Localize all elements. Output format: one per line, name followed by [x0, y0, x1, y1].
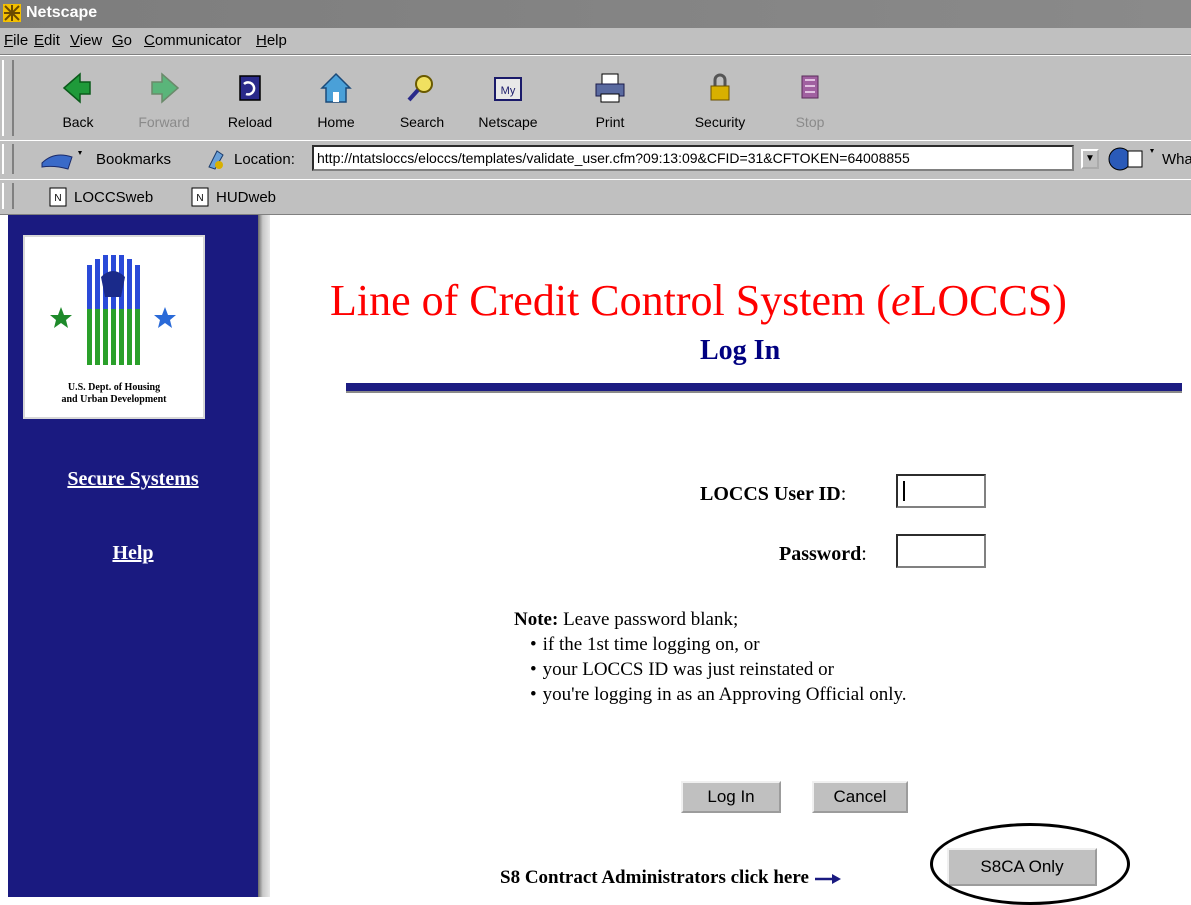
password-label: Password:: [779, 543, 867, 565]
sidebar-border: [258, 215, 270, 897]
netscape-logo-icon: [3, 4, 21, 22]
reload-icon: [239, 75, 261, 101]
location-label: Location:: [234, 151, 295, 168]
arrow-right-icon: [814, 873, 841, 884]
bookmarks-label[interactable]: Bookmarks: [96, 151, 171, 168]
logo-caption: U.S. Dept. of Housing and Urban Developm…: [61, 382, 167, 405]
list-item: your LOCCS ID was just reinstated or: [530, 657, 907, 682]
password-input[interactable]: [896, 534, 986, 568]
page-title: Line of Credit Control System (eLOCCS): [330, 276, 1067, 325]
bookmark-page-icon: N: [49, 187, 67, 207]
secure-systems-link[interactable]: Secure Systems: [8, 468, 258, 491]
text-cursor: [903, 481, 905, 501]
chevron-down-icon: ▼: [1085, 153, 1095, 164]
url-input[interactable]: http://ntatsloccs/eloccs/templates/valid…: [312, 145, 1074, 171]
menu-edit[interactable]: Edit: [34, 32, 60, 49]
search-icon: [407, 75, 433, 102]
printer-icon: [595, 73, 625, 103]
personal-link-hudweb[interactable]: HUDweb: [216, 189, 276, 206]
toolbar-grip[interactable]: [2, 144, 14, 174]
horizontal-rule: [346, 383, 1182, 393]
menu-go[interactable]: Go: [112, 32, 132, 49]
highlight-oval: [930, 823, 1130, 905]
menu-communicator[interactable]: Communicator: [144, 32, 242, 49]
personal-link-loccsweb[interactable]: LOCCSweb: [74, 189, 153, 206]
location-toolbar: Bookmarks Location: http://ntatsloccs/el…: [0, 140, 1191, 180]
whats-related-icon[interactable]: [1106, 145, 1160, 173]
svg-text:N: N: [196, 193, 203, 204]
print-button[interactable]: Print: [570, 64, 650, 136]
svg-text:My: My: [501, 85, 516, 97]
login-button[interactable]: Log In: [681, 781, 781, 813]
bookmark-page-icon: N: [191, 187, 209, 207]
menu-help[interactable]: Help: [256, 32, 287, 49]
page-subtitle: Log In: [700, 335, 781, 366]
bookmarks-icon[interactable]: [38, 147, 88, 173]
forward-button[interactable]: Forward: [124, 64, 204, 136]
forward-arrow-icon: [151, 72, 180, 104]
cancel-button[interactable]: Cancel: [812, 781, 908, 813]
toolbar-grip[interactable]: [2, 183, 14, 209]
user-id-label: LOCCS User ID:: [700, 483, 847, 505]
stop-icon: [801, 75, 819, 99]
toolbar-grip[interactable]: [2, 60, 14, 136]
my-netscape-icon: My: [494, 77, 522, 101]
window-title-bar: Netscape: [0, 0, 1191, 28]
page-content: U.S. Dept. of Housing and Urban Developm…: [0, 215, 1191, 905]
menu-file[interactable]: File: [4, 32, 28, 49]
url-dropdown-button[interactable]: ▼: [1081, 149, 1099, 169]
back-button[interactable]: Back: [38, 64, 118, 136]
navigation-toolbar: Back Forward Reload Home Search My Netsc…: [0, 55, 1191, 141]
search-button[interactable]: Search: [382, 64, 462, 136]
note-list: if the 1st time logging on, or your LOCC…: [514, 632, 907, 707]
security-button[interactable]: Security: [680, 64, 760, 136]
help-link[interactable]: Help: [8, 542, 258, 565]
stop-button[interactable]: Stop: [770, 64, 850, 136]
login-note: Note: Leave password blank; if the 1st t…: [514, 607, 907, 707]
list-item: you're logging in as an Approving Offici…: [530, 682, 907, 707]
svg-text:N: N: [54, 193, 61, 204]
reload-button[interactable]: Reload: [210, 64, 290, 136]
home-icon: [320, 72, 352, 103]
back-arrow-icon: [62, 72, 91, 104]
home-button[interactable]: Home: [296, 64, 376, 136]
menu-view[interactable]: View: [70, 32, 102, 49]
my-netscape-button[interactable]: My Netscape: [468, 64, 548, 136]
user-id-input[interactable]: [896, 474, 986, 508]
whats-related-label[interactable]: Wha: [1162, 151, 1191, 168]
window-title: Netscape: [26, 4, 98, 21]
lock-icon: [710, 73, 730, 101]
hud-seal-icon: [50, 255, 176, 365]
menu-bar: File Edit View Go Communicator Help: [0, 28, 1191, 55]
personal-toolbar: N LOCCSweb N HUDweb: [0, 179, 1191, 216]
s8-contract-admin-text: S8 Contract Administrators click here: [500, 867, 842, 889]
hud-logo: U.S. Dept. of Housing and Urban Developm…: [23, 235, 205, 419]
location-icon[interactable]: [203, 147, 227, 173]
list-item: if the 1st time logging on, or: [530, 632, 907, 657]
